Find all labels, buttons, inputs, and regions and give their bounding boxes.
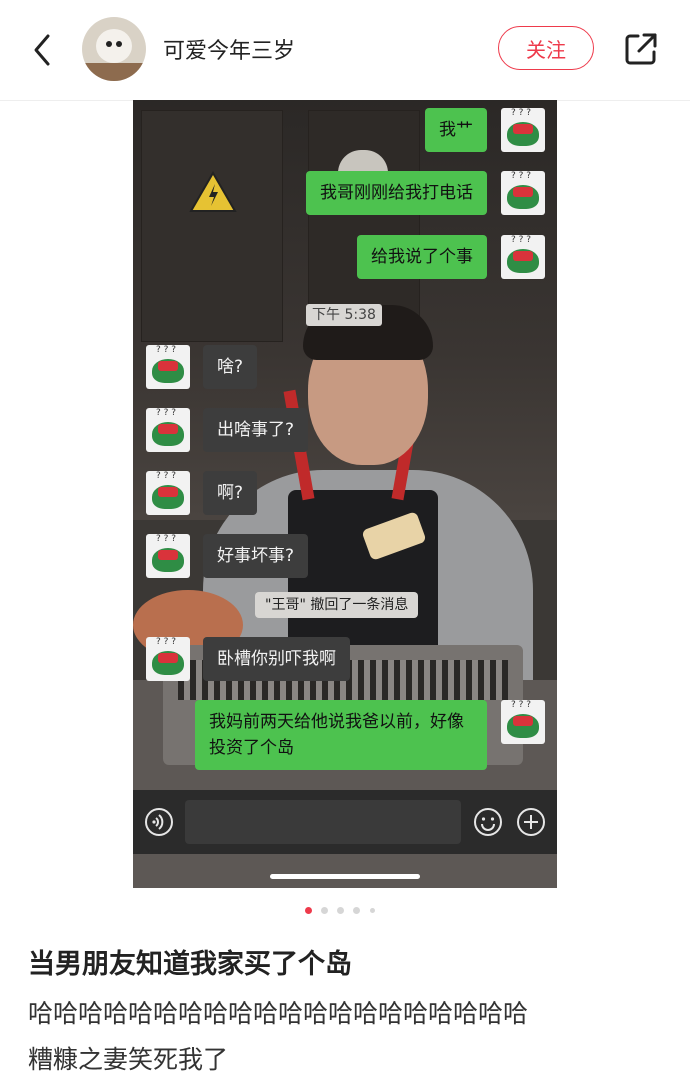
post-title: 当男朋友知道我家买了个岛 [28, 949, 352, 980]
chat-bubble-them: 啥? [203, 345, 258, 389]
post-body-line: 糟糠之妻笑死我了 [28, 1045, 229, 1074]
chat-bubble-me: 我哥刚刚给我打电话 [306, 171, 487, 215]
voice-icon [144, 807, 174, 841]
chat-bubble-me: 我妈前两天给他说我爸以前，好像投资了个岛 [195, 700, 487, 770]
chat-text-field [185, 800, 461, 844]
carousel-dot[interactable] [370, 908, 375, 913]
share-icon[interactable] [622, 30, 660, 68]
author-name[interactable]: 可爱今年三岁 [163, 33, 295, 65]
chat-avatar: ? ? ? [146, 408, 190, 452]
carousel-dot[interactable] [321, 907, 328, 914]
chat-avatar: ? ? ? [146, 345, 190, 389]
chat-bubble-me: 给我说了个事 [357, 235, 487, 279]
chat-avatar: ? ? ? [501, 235, 545, 279]
post-image[interactable]: 我艹 ? ? ? 我哥刚刚给我打电话 ? ? ? 给我说了个事 ? ? ? 下午… [133, 100, 557, 888]
chat-bubble-me: 我艹 [425, 108, 487, 152]
chat-bubble-them: 出啥事了? [203, 408, 309, 452]
carousel-dot-active[interactable] [305, 907, 312, 914]
warning-sign-icon [188, 170, 238, 214]
author-avatar[interactable] [82, 17, 146, 81]
emoji-icon [473, 807, 503, 841]
recall-notice: "王哥" 撤回了一条消息 [255, 592, 419, 618]
follow-button[interactable]: 关注 [498, 26, 594, 70]
chat-bubble-them: 啊? [203, 471, 258, 515]
chat-avatar: ? ? ? [146, 637, 190, 681]
chat-avatar: ? ? ? [146, 534, 190, 578]
post-body-line: 哈哈哈哈哈哈哈哈哈哈哈哈哈哈哈哈哈哈哈哈 [28, 999, 529, 1028]
chat-bubble-them: 好事坏事? [203, 534, 309, 578]
chat-avatar: ? ? ? [501, 171, 545, 215]
carousel-dot[interactable] [353, 907, 360, 914]
plus-icon [516, 807, 546, 841]
chat-avatar: ? ? ? [501, 108, 545, 152]
back-icon[interactable] [28, 30, 58, 70]
chat-avatar: ? ? ? [146, 471, 190, 515]
chat-avatar: ? ? ? [501, 700, 545, 744]
home-indicator [270, 874, 420, 879]
chat-bubble-them: 卧槽你别吓我啊 [203, 637, 350, 681]
carousel-dot[interactable] [337, 907, 344, 914]
chat-timestamp: 下午 5:38 [306, 304, 382, 326]
